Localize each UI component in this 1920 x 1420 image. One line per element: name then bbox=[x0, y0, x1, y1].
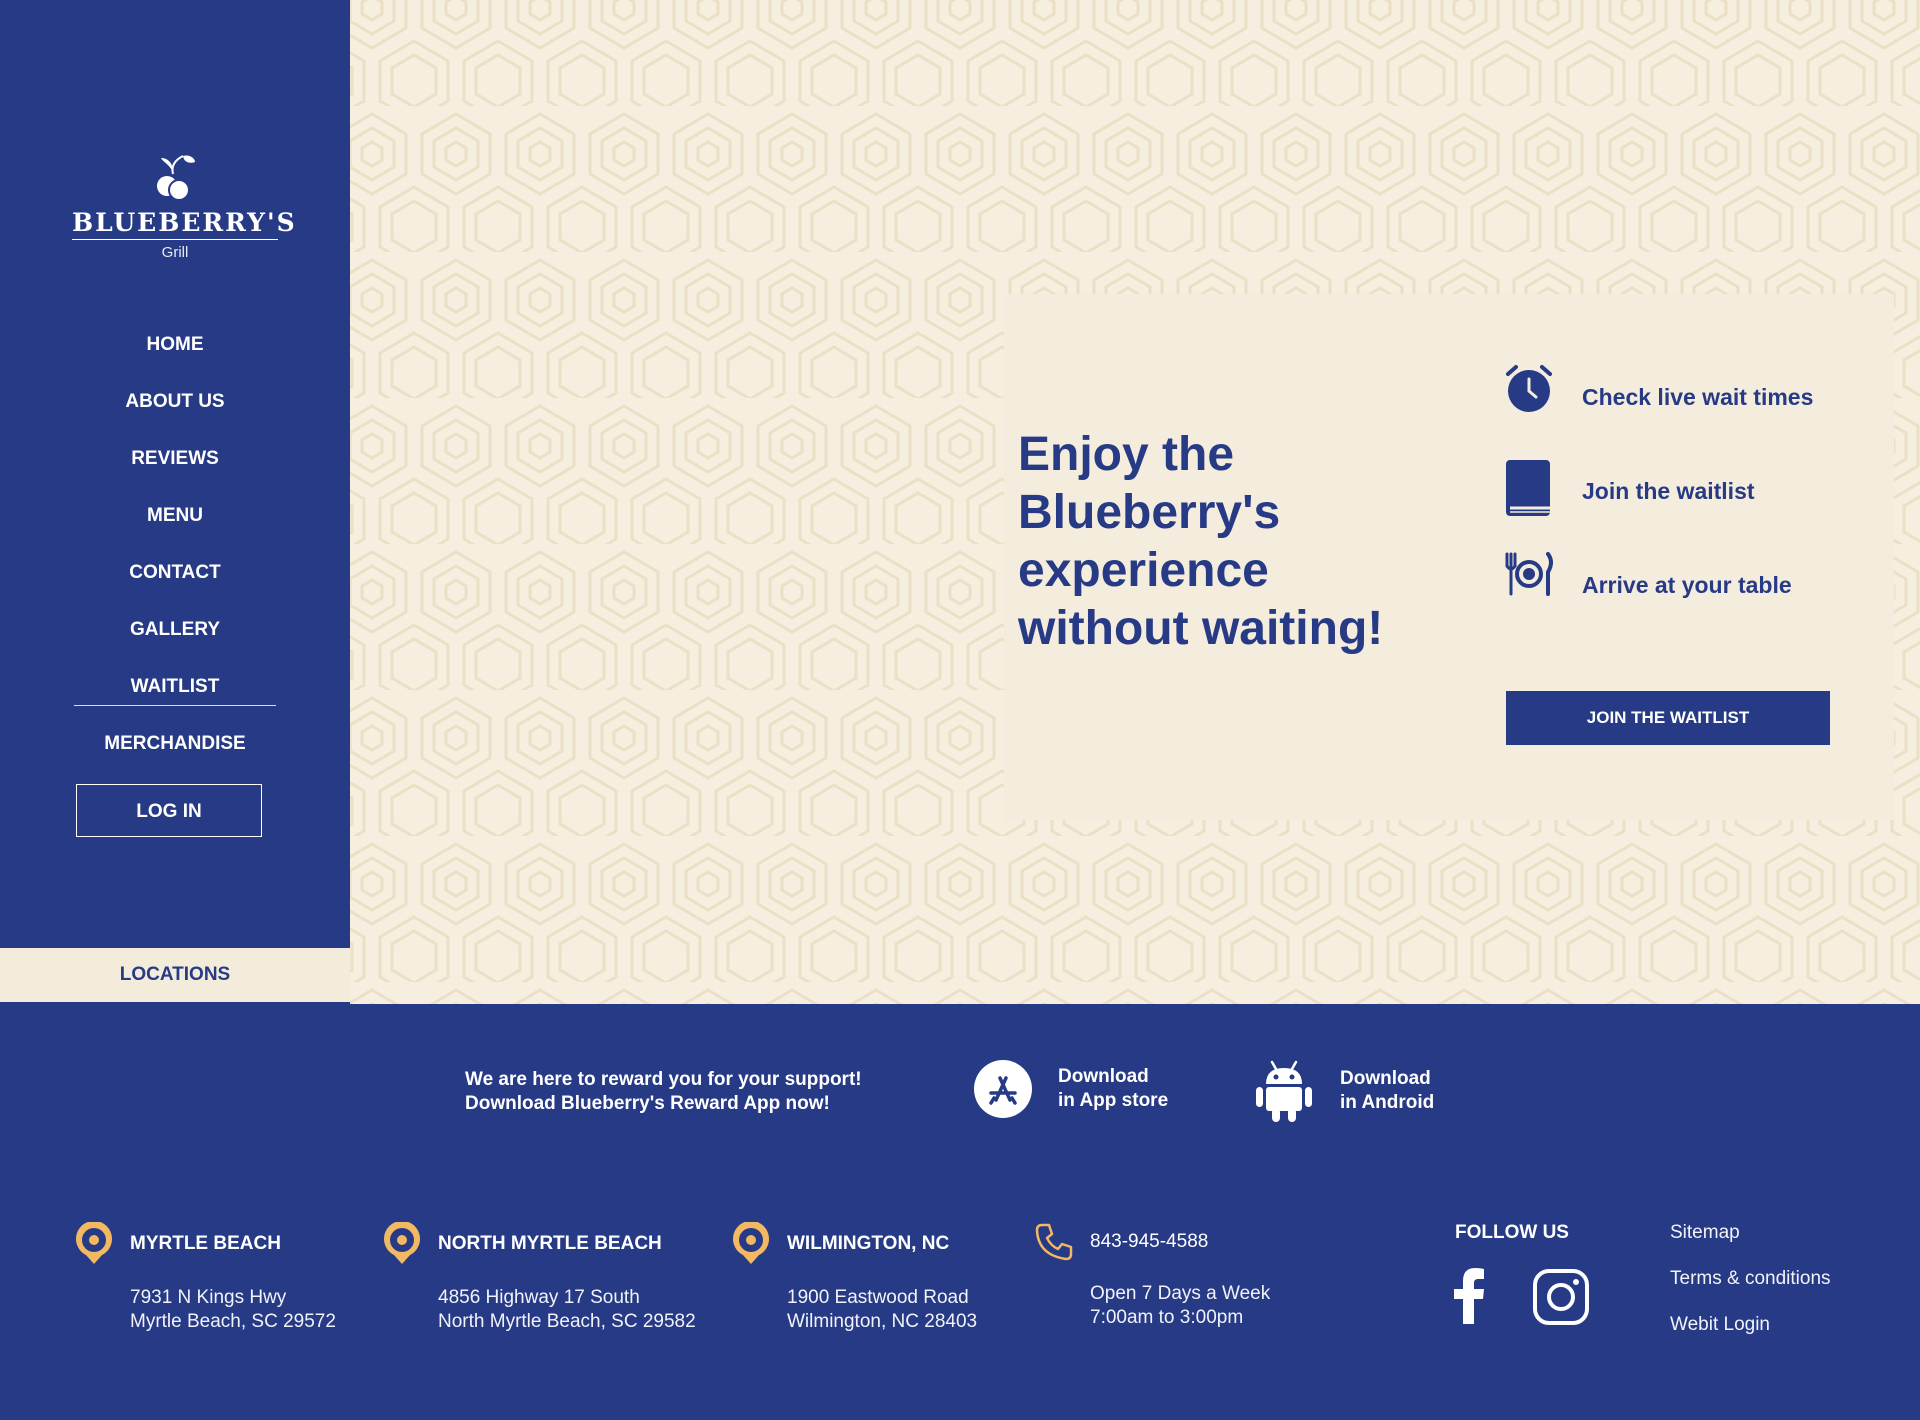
sidebar: BLUEBERRY'S Grill HOME ABOUT US REVIEWS … bbox=[0, 0, 350, 1004]
address-line: Myrtle Beach, SC 29572 bbox=[130, 1311, 336, 1332]
app-store-label: Download in App store bbox=[1058, 1065, 1168, 1113]
terms-link[interactable]: Terms & conditions bbox=[1670, 1268, 1831, 1290]
address-line: 4856 Highway 17 South bbox=[438, 1287, 640, 1308]
footer-links: Sitemap Terms & conditions Webit Login bbox=[1670, 1222, 1831, 1360]
address-line: Wilmington, NC 28403 bbox=[787, 1311, 978, 1332]
feature-label: Arrive at your table bbox=[1582, 571, 1792, 598]
location-title: NORTH MYRTLE BEACH bbox=[438, 1233, 662, 1254]
feature-arrive: Arrive at your table bbox=[1504, 552, 1792, 618]
address-line: 1900 Eastwood Road bbox=[787, 1287, 969, 1308]
phone-number[interactable]: 843-945-4588 bbox=[1090, 1231, 1208, 1253]
headline-line: Blueberry's bbox=[1018, 486, 1281, 539]
nav-home[interactable]: HOME bbox=[0, 328, 350, 385]
nav-waitlist[interactable]: WAITLIST bbox=[0, 670, 350, 727]
location-title: WILMINGTON, NC bbox=[787, 1233, 950, 1254]
feature-label: Join the waitlist bbox=[1582, 477, 1755, 504]
hero-section: Enjoy the Blueberry's experience without… bbox=[350, 0, 1920, 1004]
android-line: in Android bbox=[1340, 1092, 1435, 1113]
app-store-icon bbox=[974, 1060, 1032, 1118]
plate-cutlery-icon bbox=[1504, 552, 1554, 616]
feature-wait-times: Check live wait times bbox=[1504, 364, 1813, 430]
address-line: 7931 N Kings Hwy bbox=[130, 1287, 287, 1308]
location-wilmington: WILMINGTON, NC 1900 Eastwood Road Wilmin… bbox=[731, 1222, 977, 1334]
nav-reviews[interactable]: REVIEWS bbox=[0, 442, 350, 499]
facebook-icon[interactable] bbox=[1452, 1268, 1486, 1324]
nav-merchandise[interactable]: MERCHANDISE bbox=[0, 727, 350, 784]
brand-name: BLUEBERRY'S bbox=[72, 208, 295, 240]
brand-logo[interactable]: BLUEBERRY'S Grill bbox=[72, 152, 295, 261]
android-label: Download in Android bbox=[1340, 1067, 1434, 1115]
waitlist-card: Enjoy the Blueberry's experience without… bbox=[1004, 294, 1894, 820]
webit-login-link[interactable]: Webit Login bbox=[1670, 1314, 1831, 1336]
map-pin-icon bbox=[384, 1222, 420, 1264]
book-icon bbox=[1504, 460, 1554, 522]
reward-line: Download Blueberry's Reward App now! bbox=[465, 1093, 830, 1114]
locations-tab[interactable]: LOCATIONS bbox=[0, 948, 350, 1002]
follow-us-title: FOLLOW US bbox=[1455, 1222, 1569, 1243]
nav-menu[interactable]: MENU bbox=[0, 499, 350, 556]
hero-headline: Enjoy the Blueberry's experience without… bbox=[1018, 426, 1438, 658]
main-nav: HOME ABOUT US REVIEWS MENU CONTACT GALLE… bbox=[0, 328, 350, 784]
map-pin-icon bbox=[76, 1222, 112, 1264]
app-store-link[interactable]: Download in App store bbox=[974, 1060, 1168, 1118]
login-button[interactable]: LOG IN bbox=[76, 784, 262, 837]
headline-line: without waiting! bbox=[1018, 602, 1384, 655]
nav-contact[interactable]: CONTACT bbox=[0, 556, 350, 613]
nav-gallery[interactable]: GALLERY bbox=[0, 613, 350, 670]
nav-active-underline bbox=[74, 705, 276, 706]
alarm-clock-icon bbox=[1504, 365, 1554, 428]
feature-label: Check live wait times bbox=[1582, 383, 1814, 410]
location-myrtle-beach: MYRTLE BEACH 7931 N Kings Hwy Myrtle Bea… bbox=[74, 1222, 336, 1334]
app-store-line: in App store bbox=[1058, 1090, 1169, 1111]
reward-line: We are here to reward you for your suppo… bbox=[465, 1069, 862, 1090]
hours-line: 7:00am to 3:00pm bbox=[1090, 1307, 1244, 1328]
map-pin-icon bbox=[733, 1222, 769, 1264]
android-line: Download bbox=[1340, 1068, 1431, 1089]
location-title: MYRTLE BEACH bbox=[130, 1233, 281, 1254]
android-link[interactable]: Download in Android bbox=[1254, 1060, 1434, 1122]
location-north-myrtle-beach: NORTH MYRTLE BEACH 4856 Highway 17 South… bbox=[382, 1222, 696, 1334]
sitemap-link[interactable]: Sitemap bbox=[1670, 1222, 1831, 1244]
nav-about-us[interactable]: ABOUT US bbox=[0, 385, 350, 442]
instagram-icon[interactable] bbox=[1532, 1268, 1590, 1326]
headline-line: experience bbox=[1018, 544, 1269, 597]
address-line: North Myrtle Beach, SC 29582 bbox=[438, 1311, 696, 1332]
feature-join: Join the waitlist bbox=[1504, 458, 1755, 524]
reward-message: We are here to reward you for your suppo… bbox=[465, 1068, 862, 1116]
footer: We are here to reward you for your suppo… bbox=[0, 1004, 1920, 1420]
brand-subtitle: Grill bbox=[161, 244, 189, 261]
android-icon bbox=[1256, 1060, 1312, 1122]
blueberry-icon bbox=[157, 155, 195, 201]
phone-icon bbox=[1035, 1223, 1073, 1261]
headline-line: Enjoy the bbox=[1018, 428, 1235, 481]
contact-info: 843-945-4588 Open 7 Days a Week 7:00am t… bbox=[1034, 1222, 1270, 1330]
hours-line: Open 7 Days a Week bbox=[1090, 1283, 1271, 1304]
join-waitlist-button[interactable]: JOIN THE WAITLIST bbox=[1506, 691, 1830, 745]
app-store-line: Download bbox=[1058, 1066, 1149, 1087]
